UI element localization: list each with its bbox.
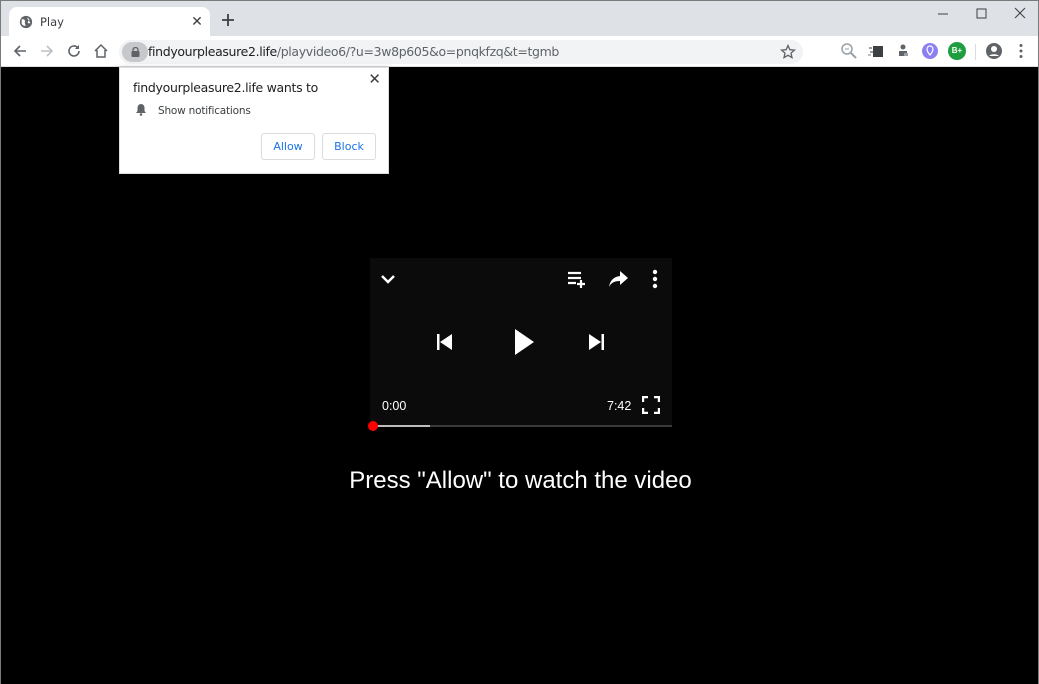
browser-toolbar: findyourpleasure2.life/playvideo6/?u=3w8… <box>1 36 1038 67</box>
chevron-down-icon[interactable] <box>378 269 398 289</box>
url-text[interactable]: findyourpleasure2.life/playvideo6/?u=3w8… <box>148 44 559 59</box>
close-icon[interactable]: ✕ <box>190 14 204 28</box>
home-icon[interactable] <box>92 42 110 60</box>
play-icon[interactable] <box>513 328 535 356</box>
buffered-bar <box>373 425 430 427</box>
lock-icon <box>131 47 140 57</box>
duration: 7:42 <box>607 399 632 413</box>
url-path: /playvideo6/?u=3w8p605&o=pnqkfzq&t=tgmb <box>276 44 560 59</box>
notification-permission-popup: ✕ findyourpleasure2.life wants to Show n… <box>119 67 389 174</box>
browser-window: Play ✕ findyourpleasure2.life/playvideo6… <box>0 0 1039 684</box>
call-to-action-text: Press "Allow" to watch the video <box>349 467 692 494</box>
bookmark-star-icon[interactable] <box>780 44 796 60</box>
current-time: 0:00 <box>382 399 407 413</box>
globe-icon <box>19 15 33 29</box>
account-circle-icon[interactable] <box>985 42 1003 60</box>
popup-title: findyourpleasure2.life wants to <box>133 80 318 95</box>
kebab-menu-icon[interactable] <box>1012 42 1030 60</box>
close-window-icon[interactable] <box>1008 5 1032 23</box>
forward-icon[interactable] <box>38 42 56 60</box>
bell-icon <box>136 104 146 116</box>
video-player[interactable]: 0:00 7:42 <box>370 258 672 426</box>
extension-location-icon[interactable] <box>921 42 939 60</box>
maximize-icon[interactable] <box>969 5 993 23</box>
permission-text: Show notifications <box>158 105 251 117</box>
share-icon[interactable] <box>607 268 629 290</box>
site-info-button[interactable] <box>122 42 148 62</box>
minimize-icon[interactable] <box>931 5 955 23</box>
reload-icon[interactable] <box>65 42 83 60</box>
block-button[interactable]: Block <box>322 133 376 160</box>
next-track-icon[interactable] <box>587 332 605 352</box>
previous-track-icon[interactable] <box>436 332 454 352</box>
tab-title: Play <box>40 15 64 29</box>
scrubber-knob[interactable] <box>368 421 378 431</box>
tab-play[interactable]: Play ✕ <box>9 7 210 37</box>
extension-puzzle-icon[interactable] <box>867 42 885 60</box>
plus-icon[interactable] <box>220 12 236 28</box>
extension-stamp-icon[interactable] <box>894 42 912 60</box>
close-icon[interactable]: ✕ <box>368 70 381 88</box>
back-icon[interactable] <box>11 42 29 60</box>
zoom-magnifier-icon[interactable] <box>840 42 858 60</box>
fullscreen-icon[interactable] <box>642 396 660 414</box>
url-host: findyourpleasure2.life <box>148 44 277 59</box>
add-to-playlist-icon[interactable] <box>566 268 588 290</box>
more-options-icon[interactable] <box>648 268 662 290</box>
title-bar: Play ✕ <box>1 1 1038 37</box>
extension-b-plus-icon[interactable]: B+ <box>948 42 966 60</box>
progress-bar[interactable] <box>368 421 672 431</box>
address-bar[interactable]: findyourpleasure2.life/playvideo6/?u=3w8… <box>119 40 803 64</box>
toolbar-separator <box>975 44 976 60</box>
allow-button[interactable]: Allow <box>261 133 315 160</box>
